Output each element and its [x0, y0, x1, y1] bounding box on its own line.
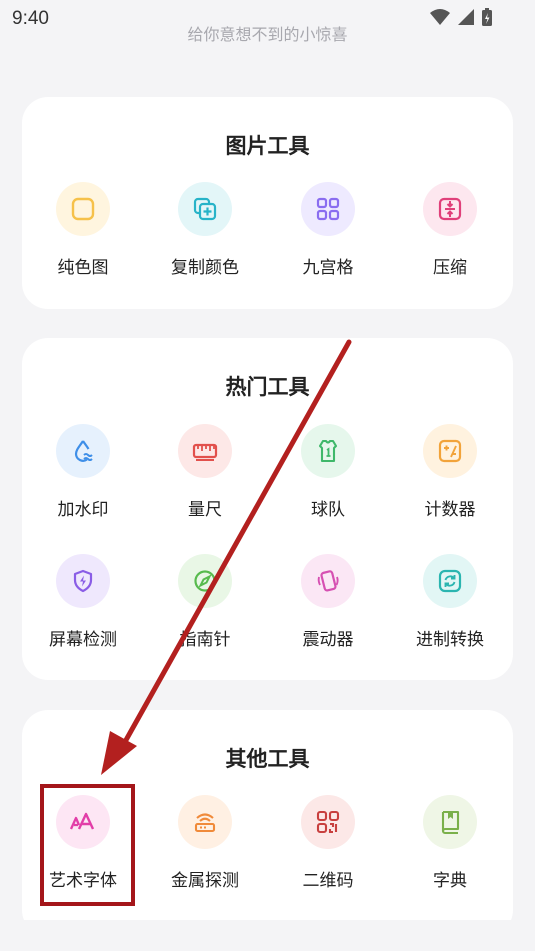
counter-icon: [438, 439, 462, 463]
tool-icon-circle: [178, 182, 232, 236]
metal-detector-icon: [194, 813, 216, 833]
shield-bolt-icon: [73, 569, 93, 593]
tool-metal-detector[interactable]: 金属探测: [150, 795, 260, 891]
ruler-icon: [192, 443, 218, 461]
square-outline-icon: [71, 197, 95, 221]
tool-icon-circle: [423, 182, 477, 236]
tool-icon-circle: [56, 554, 110, 608]
tool-icon-circle: [56, 424, 110, 478]
grid-four-icon: [316, 197, 340, 221]
section-title: 热门工具: [225, 375, 310, 399]
tool-label: 指南针: [179, 630, 231, 650]
watermark-drop-icon: [74, 440, 93, 462]
section-title: 图片工具: [225, 134, 310, 158]
tool-label: 计数器: [424, 500, 476, 520]
tool-label: 金属探测: [171, 871, 239, 891]
tool-icon-circle: [301, 554, 355, 608]
tool-icon-circle: [423, 795, 477, 849]
compress-icon: [438, 197, 462, 221]
jersey-icon: [318, 439, 338, 463]
tool-icon-circle: [56, 182, 110, 236]
tool-icon-circle: [423, 424, 477, 478]
tool-label: 量尺: [188, 500, 222, 520]
tool-nine-grid[interactable]: 九宫格: [273, 182, 383, 278]
tool-screen-test[interactable]: 屏幕检测: [28, 554, 138, 650]
tool-qr-code[interactable]: 二维码: [273, 795, 383, 891]
tool-label: 复制颜色: [171, 258, 239, 278]
tool-label: 九宫格: [302, 258, 354, 278]
tool-label: 进制转换: [416, 630, 484, 650]
tool-label: 屏幕检测: [49, 630, 117, 650]
tool-counter[interactable]: 计数器: [395, 424, 505, 520]
tool-label: 球队: [311, 500, 345, 520]
convert-icon: [438, 569, 462, 593]
tool-label: 字典: [433, 871, 467, 891]
bottom-background: [0, 920, 535, 951]
tool-compass[interactable]: 指南针: [150, 554, 260, 650]
page-subtitle: 给你意想不到的小惊喜: [187, 25, 348, 44]
section-title: 其他工具: [225, 747, 310, 771]
tool-icon-circle: [178, 424, 232, 478]
image-tools-card: 图片工具 纯色图 复制颜色 九宫格 压缩: [22, 97, 513, 309]
tool-icon-circle: [301, 424, 355, 478]
tool-label: 压缩: [433, 258, 467, 278]
tool-icon-circle: [178, 795, 232, 849]
tool-base-convert[interactable]: 进制转换: [395, 554, 505, 650]
tool-icon-circle: [301, 795, 355, 849]
copy-plus-icon: [193, 197, 217, 221]
tool-copy-color[interactable]: 复制颜色: [150, 182, 260, 278]
tool-label: 加水印: [57, 500, 109, 520]
tool-watermark[interactable]: 加水印: [28, 424, 138, 520]
qr-code-icon: [316, 810, 340, 834]
tool-icon-circle: [423, 554, 477, 608]
tool-compress[interactable]: 压缩: [395, 182, 505, 278]
compass-icon: [194, 570, 216, 592]
tool-solid-color-image[interactable]: 纯色图: [28, 182, 138, 278]
tool-ruler[interactable]: 量尺: [150, 424, 260, 520]
tool-team[interactable]: 球队: [273, 424, 383, 520]
tool-vibrator[interactable]: 震动器: [273, 554, 383, 650]
tool-dictionary[interactable]: 字典: [395, 795, 505, 891]
vibrate-phone-icon: [317, 570, 339, 592]
dictionary-book-icon: [441, 810, 460, 835]
tool-icon-circle: [301, 182, 355, 236]
tool-icon-circle: [178, 554, 232, 608]
tool-label: 二维码: [302, 871, 354, 891]
hot-tools-card: 热门工具 加水印 量尺 球队 计数器 屏幕检测 指南针 震动器 进制转换: [22, 338, 513, 680]
tool-label: 震动器: [302, 630, 354, 650]
tool-label: 纯色图: [57, 258, 109, 278]
highlight-box: [40, 784, 135, 906]
